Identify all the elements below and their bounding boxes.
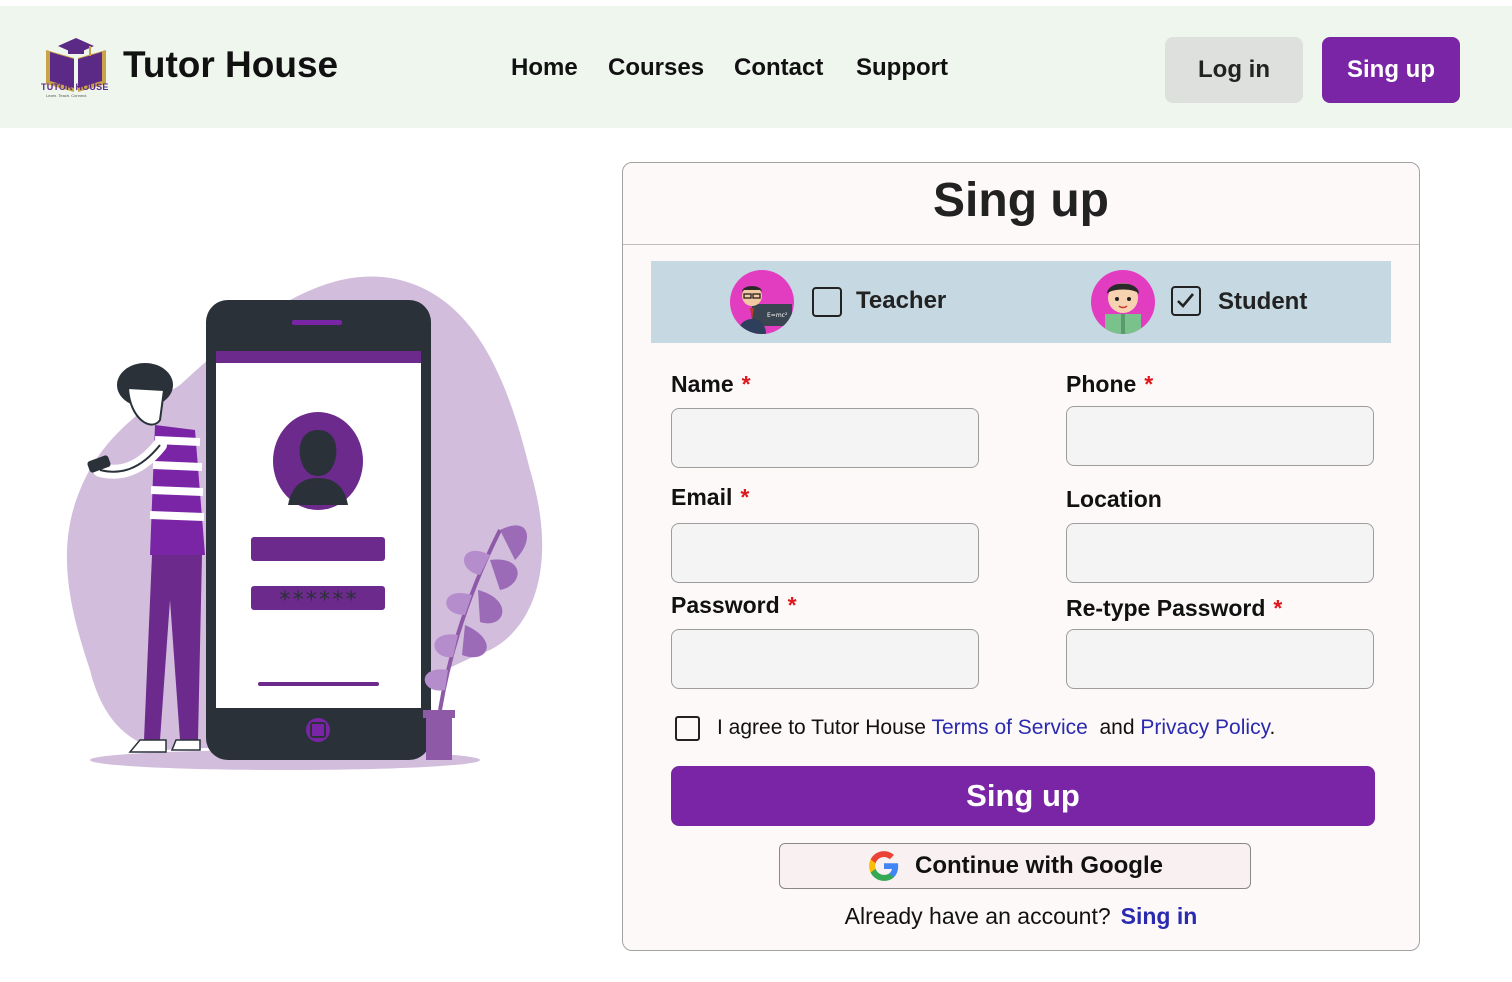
required-mark: * [740,484,750,510]
name-input[interactable] [671,408,979,468]
student-checkbox[interactable] [1171,286,1201,316]
password-input[interactable] [671,629,979,689]
retype-password-label: Re-type Password * [1066,595,1283,621]
nav-contact[interactable]: Contact [734,54,823,82]
name-label: Name * [671,371,751,397]
role-selector: E=mc² Teacher Student [651,261,1391,343]
brand-title[interactable]: Tutor House [123,44,338,86]
required-mark: * [741,371,751,397]
signup-submit-button[interactable]: Sing up [671,766,1375,826]
logo-tagline: Learn. Teach. Connect. [46,93,88,98]
agree-text: I agree to Tutor House Terms of Service … [717,716,1276,739]
google-button-label: Continue with Google [915,852,1163,879]
teacher-checkbox[interactable] [812,287,842,317]
required-mark: * [1144,371,1154,397]
signup-nav-button[interactable]: Sing up [1322,37,1460,103]
signup-card: Sing up E=mc² Teacher Student Name * Pho… [622,162,1420,951]
password-mask-text: ****** [278,588,357,613]
top-navbar: TUTOR HOUSE Learn. Teach. Connect. Tutor… [0,6,1512,128]
nav-support[interactable]: Support [856,54,948,82]
checkmark-icon [1177,293,1194,308]
title-divider [623,244,1419,245]
terms-of-service-link[interactable]: Terms of Service [931,716,1087,739]
student-avatar [1091,270,1155,334]
logo-text: TUTOR HOUSE [41,82,109,92]
location-label: Location [1066,486,1162,512]
login-button[interactable]: Log in [1165,37,1303,103]
signin-link[interactable]: Sing in [1121,903,1198,929]
password-label: Password * [671,592,797,618]
teacher-label[interactable]: Teacher [856,287,946,315]
email-label: Email * [671,484,750,510]
nav-home[interactable]: Home [511,54,578,82]
phone-label: Phone * [1066,371,1154,397]
email-input[interactable] [671,523,979,583]
svg-text:E=mc²: E=mc² [767,312,788,319]
google-icon [869,851,899,881]
already-account-text: Already have an account? Sing in [844,903,1198,929]
required-mark: * [787,592,797,618]
privacy-policy-link[interactable]: Privacy Policy [1140,716,1269,739]
signup-title: Sing up [933,174,1109,227]
agree-checkbox[interactable] [675,716,700,741]
retype-password-input[interactable] [1066,629,1374,689]
google-signin-button[interactable]: Continue with Google [779,843,1251,889]
required-mark: * [1273,595,1283,621]
student-label[interactable]: Student [1218,288,1307,316]
signup-illustration: ****** [66,276,543,770]
location-input[interactable] [1066,523,1374,583]
nav-courses[interactable]: Courses [608,54,704,82]
phone-input[interactable] [1066,406,1374,466]
teacher-avatar: E=mc² [730,270,794,334]
